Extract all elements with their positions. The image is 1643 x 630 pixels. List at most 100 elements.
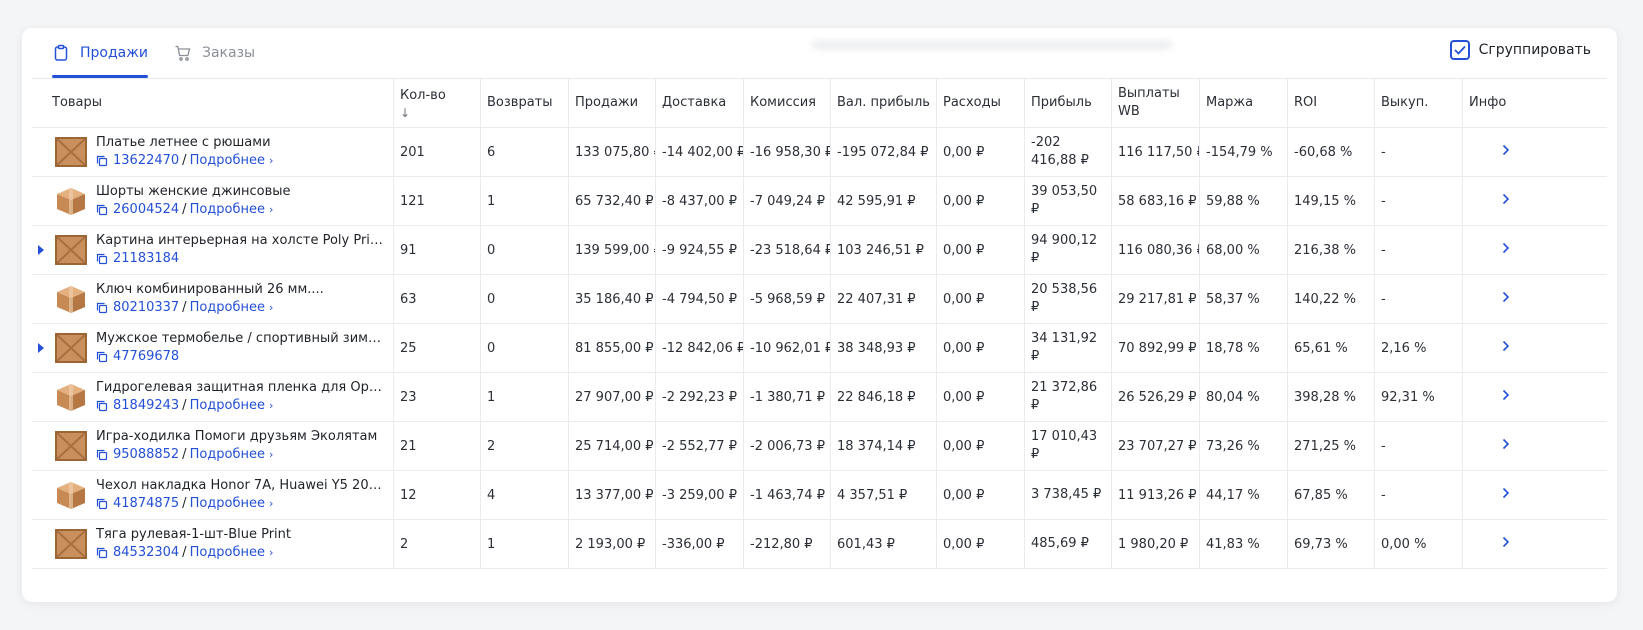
product-sku-link[interactable]: 84532304 [113, 544, 179, 561]
cell-profit: 17 010,43 ₽ [1025, 422, 1112, 470]
table-row: Тяга рулевая-1-шт-Blue Print 84532304/Под… [32, 520, 1607, 569]
chevron-right-icon[interactable]: › [269, 446, 273, 463]
copy-icon[interactable] [96, 302, 108, 314]
chevron-right-icon[interactable] [1502, 144, 1510, 160]
product-sku-link[interactable]: 13622470 [113, 152, 179, 169]
cell-margin: 80,04 % [1200, 373, 1288, 421]
copy-icon[interactable] [96, 204, 108, 216]
group-checkbox[interactable] [1449, 40, 1470, 60]
product-sku-link[interactable]: 95088852 [113, 446, 179, 463]
cell-commission: -5 968,59 ₽ [744, 275, 831, 323]
chevron-right-icon[interactable] [1502, 536, 1510, 552]
col-gross-profit: Вал. прибыль [831, 79, 937, 127]
more-link[interactable]: Подробнее [190, 152, 265, 169]
product-thumbnail [52, 231, 90, 269]
product-name[interactable]: Мужское термобелье / спортивный зимний..… [96, 331, 386, 347]
product: Шорты женские джинсовые 26004524/Подробне… [52, 182, 387, 220]
product: Гидрогелевая защитная пленка для Oppo...… [52, 378, 387, 416]
separator: / [182, 545, 187, 560]
chevron-right-icon[interactable] [1502, 389, 1510, 405]
product-name[interactable]: Платье летнее с рюшами [96, 135, 273, 151]
product-name[interactable]: Картина интерьерная на холсте Poly Print… [96, 233, 386, 249]
expand-arrow-icon[interactable] [38, 245, 44, 255]
copy-icon[interactable] [96, 498, 108, 510]
tab-sales[interactable]: Продажи [52, 28, 148, 78]
copy-icon[interactable] [96, 155, 108, 167]
cell-margin: 59,88 % [1200, 177, 1288, 225]
copy-icon[interactable] [96, 547, 108, 559]
product-links: 26004524/Подробнее › [96, 201, 291, 218]
chevron-right-icon[interactable]: › [269, 495, 273, 512]
product-thumbnail [52, 280, 90, 318]
cell-returns: 1 [481, 373, 569, 421]
table-row: Игра-ходилка Помоги друзьям Эколятам 9508… [32, 422, 1607, 471]
cell-margin: 73,26 % [1200, 422, 1288, 470]
chevron-right-icon[interactable] [1502, 291, 1510, 307]
col-buyout: Выкуп. [1375, 79, 1463, 127]
chevron-right-icon[interactable] [1502, 340, 1510, 356]
chevron-right-icon[interactable] [1502, 487, 1510, 503]
group-toggle[interactable]: Сгруппировать [1449, 40, 1591, 60]
product-sku-link[interactable]: 21183184 [113, 250, 179, 267]
product-info: Шорты женские джинсовые 26004524/Подробне… [96, 184, 291, 218]
product-sku-link[interactable]: 26004524 [113, 201, 179, 218]
tab-orders[interactable]: Заказы [174, 28, 255, 78]
cell-gross-profit: 601,43 ₽ [831, 520, 937, 568]
cell-returns: 4 [481, 471, 569, 519]
chevron-right-icon[interactable]: › [269, 201, 273, 218]
copy-icon[interactable] [96, 400, 108, 412]
copy-icon[interactable] [96, 449, 108, 461]
cell-commission: -7 049,24 ₽ [744, 177, 831, 225]
more-link[interactable]: Подробнее [190, 495, 265, 512]
product-name[interactable]: Тяга рулевая-1-шт-Blue Print [96, 527, 291, 543]
product-name[interactable]: Чехол накладка Honor 7A, Huawei Y5 2018,… [96, 478, 386, 494]
product-sku-link[interactable]: 81849243 [113, 397, 179, 414]
chevron-right-icon[interactable] [1502, 438, 1510, 454]
product-cell: Чехол накладка Honor 7A, Huawei Y5 2018,… [32, 471, 394, 519]
product-name[interactable]: Ключ комбинированный 26 мм.... [96, 282, 324, 298]
info-cell [1463, 275, 1549, 323]
cell-profit: 39 053,50 ₽ [1025, 177, 1112, 225]
copy-icon[interactable] [96, 351, 108, 363]
sort-down-icon[interactable]: ↓ [400, 107, 410, 119]
cell-gross-profit: 22 846,18 ₽ [831, 373, 937, 421]
product-sku-link[interactable]: 47769678 [113, 348, 179, 365]
cell-qty: 91 [394, 226, 481, 274]
cell-returns: 2 [481, 422, 569, 470]
cell-expenses: 0,00 ₽ [937, 128, 1025, 176]
product-info: Игра-ходилка Помоги друзьям Эколятам 9508… [96, 429, 377, 463]
separator: / [182, 496, 187, 511]
product-sku-link[interactable]: 41874875 [113, 495, 179, 512]
product-thumbnail [52, 476, 90, 514]
product-name[interactable]: Гидрогелевая защитная пленка для Oppo... [96, 380, 386, 396]
more-link[interactable]: Подробнее [190, 397, 265, 414]
more-link[interactable]: Подробнее [190, 201, 265, 218]
product-name[interactable]: Игра-ходилка Помоги друзьям Эколятам [96, 429, 377, 445]
product-info: Мужское термобелье / спортивный зимний..… [96, 331, 386, 365]
product-name[interactable]: Шорты женские джинсовые [96, 184, 291, 200]
chevron-right-icon[interactable]: › [269, 152, 273, 169]
chevron-right-icon[interactable] [1502, 242, 1510, 258]
cell-profit: 20 538,56 ₽ [1025, 275, 1112, 323]
more-link[interactable]: Подробнее [190, 544, 265, 561]
more-link[interactable]: Подробнее [190, 446, 265, 463]
copy-icon[interactable] [96, 253, 108, 265]
clipboard-icon [52, 44, 70, 62]
more-link[interactable]: Подробнее [190, 299, 265, 316]
cell-expenses: 0,00 ₽ [937, 520, 1025, 568]
table-row: Гидрогелевая защитная пленка для Oppo...… [32, 373, 1607, 422]
col-returns: Возвраты [481, 79, 569, 127]
cell-returns: 1 [481, 520, 569, 568]
col-qty[interactable]: Кол-во ↓ [394, 79, 481, 127]
chevron-right-icon[interactable]: › [269, 397, 273, 414]
cell-roi: 67,85 % [1288, 471, 1375, 519]
cell-payouts: 11 913,26 ₽ [1112, 471, 1200, 519]
product-sku-link[interactable]: 80210337 [113, 299, 179, 316]
expand-arrow-icon[interactable] [38, 343, 44, 353]
cell-payouts: 1 980,20 ₽ [1112, 520, 1200, 568]
chevron-right-icon[interactable]: › [269, 544, 273, 561]
cell-delivery: -8 437,00 ₽ [656, 177, 744, 225]
chevron-right-icon[interactable]: › [269, 299, 273, 316]
cell-sales: 2 193,00 ₽ [569, 520, 656, 568]
chevron-right-icon[interactable] [1502, 193, 1510, 209]
